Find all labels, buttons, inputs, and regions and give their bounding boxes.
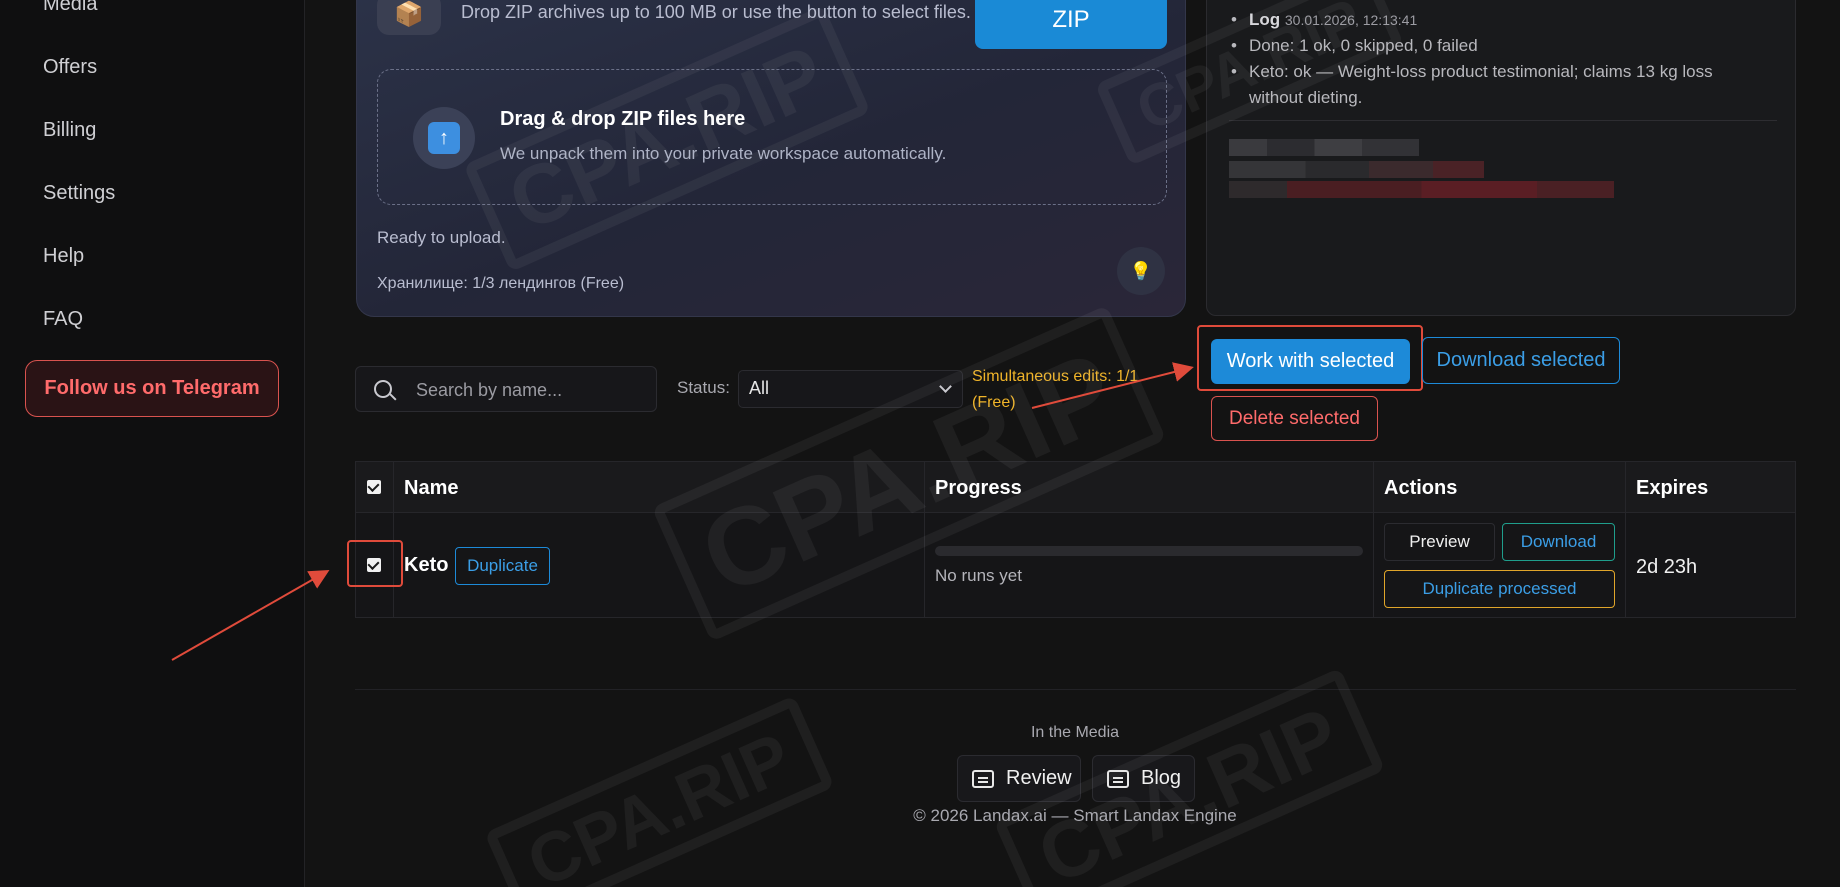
upload-status: Ready to upload. — [377, 228, 506, 247]
upload-icon-wrap: ↑ — [413, 107, 475, 169]
column-header-actions: Actions — [1384, 477, 1458, 499]
column-divider — [1625, 462, 1626, 617]
expires-value: 2d 23h — [1636, 556, 1698, 578]
search-icon — [374, 380, 392, 398]
footer-divider — [355, 689, 1796, 690]
column-header-name: Name — [404, 477, 459, 499]
duplicate-processed-button[interactable]: Duplicate processed — [1384, 570, 1615, 608]
delete-selected-button[interactable]: Delete selected — [1211, 396, 1378, 441]
highlight-box — [347, 540, 403, 587]
zip-upload-button[interactable]: ZIP — [975, 0, 1167, 49]
redacted-block — [1229, 181, 1614, 198]
sidebar-item-media[interactable]: Media — [43, 0, 97, 16]
progress-bar — [935, 546, 1363, 556]
review-label: Review — [1006, 767, 1072, 789]
landings-table: Name Progress Actions Expires Keto Dupli… — [355, 461, 1796, 618]
row-name[interactable]: Keto — [404, 554, 448, 577]
column-divider — [1373, 462, 1374, 617]
sidebar-item-help[interactable]: Help — [43, 245, 84, 268]
lightbulb-icon[interactable]: 💡 — [1117, 247, 1165, 295]
copyright: © 2026 Landax.ai — Smart Landax Engine — [913, 806, 1237, 825]
package-icon: 📦 — [377, 0, 441, 35]
download-selected-button[interactable]: Download selected — [1422, 337, 1620, 384]
sidebar-item-offers[interactable]: Offers — [43, 56, 97, 79]
highlight-box — [1197, 325, 1423, 391]
column-header-expires: Expires — [1636, 477, 1709, 499]
preview-button[interactable]: Preview — [1384, 523, 1495, 561]
status-label: Status: — [677, 378, 730, 397]
redacted-block — [1229, 161, 1484, 178]
sidebar-item-settings[interactable]: Settings — [43, 182, 115, 205]
select-all-checkbox[interactable] — [367, 480, 381, 494]
sidebar: Media Offers Billing Settings Help FAQ F… — [0, 0, 305, 887]
redacted-block — [1229, 139, 1419, 156]
telegram-button[interactable]: Follow us on Telegram — [25, 360, 279, 417]
progress-text: No runs yet — [935, 566, 1022, 585]
search-box — [355, 366, 657, 412]
duplicate-button[interactable]: Duplicate — [455, 547, 550, 585]
in-the-media-label: In the Media — [1030, 724, 1120, 741]
chat-icon — [972, 769, 994, 788]
storage-quota: Хранилище: 1/3 лендингов (Free) — [377, 275, 625, 292]
status-value: All — [749, 378, 770, 398]
log-divider — [1229, 120, 1777, 121]
download-button[interactable]: Download — [1502, 523, 1615, 561]
upload-description: Drop ZIP archives up to 100 MB or use th… — [461, 2, 971, 22]
search-input[interactable] — [416, 375, 636, 405]
sidebar-item-billing[interactable]: Billing — [43, 119, 96, 142]
upload-arrow-icon: ↑ — [428, 122, 460, 154]
sidebar-item-faq[interactable]: FAQ — [43, 308, 83, 331]
